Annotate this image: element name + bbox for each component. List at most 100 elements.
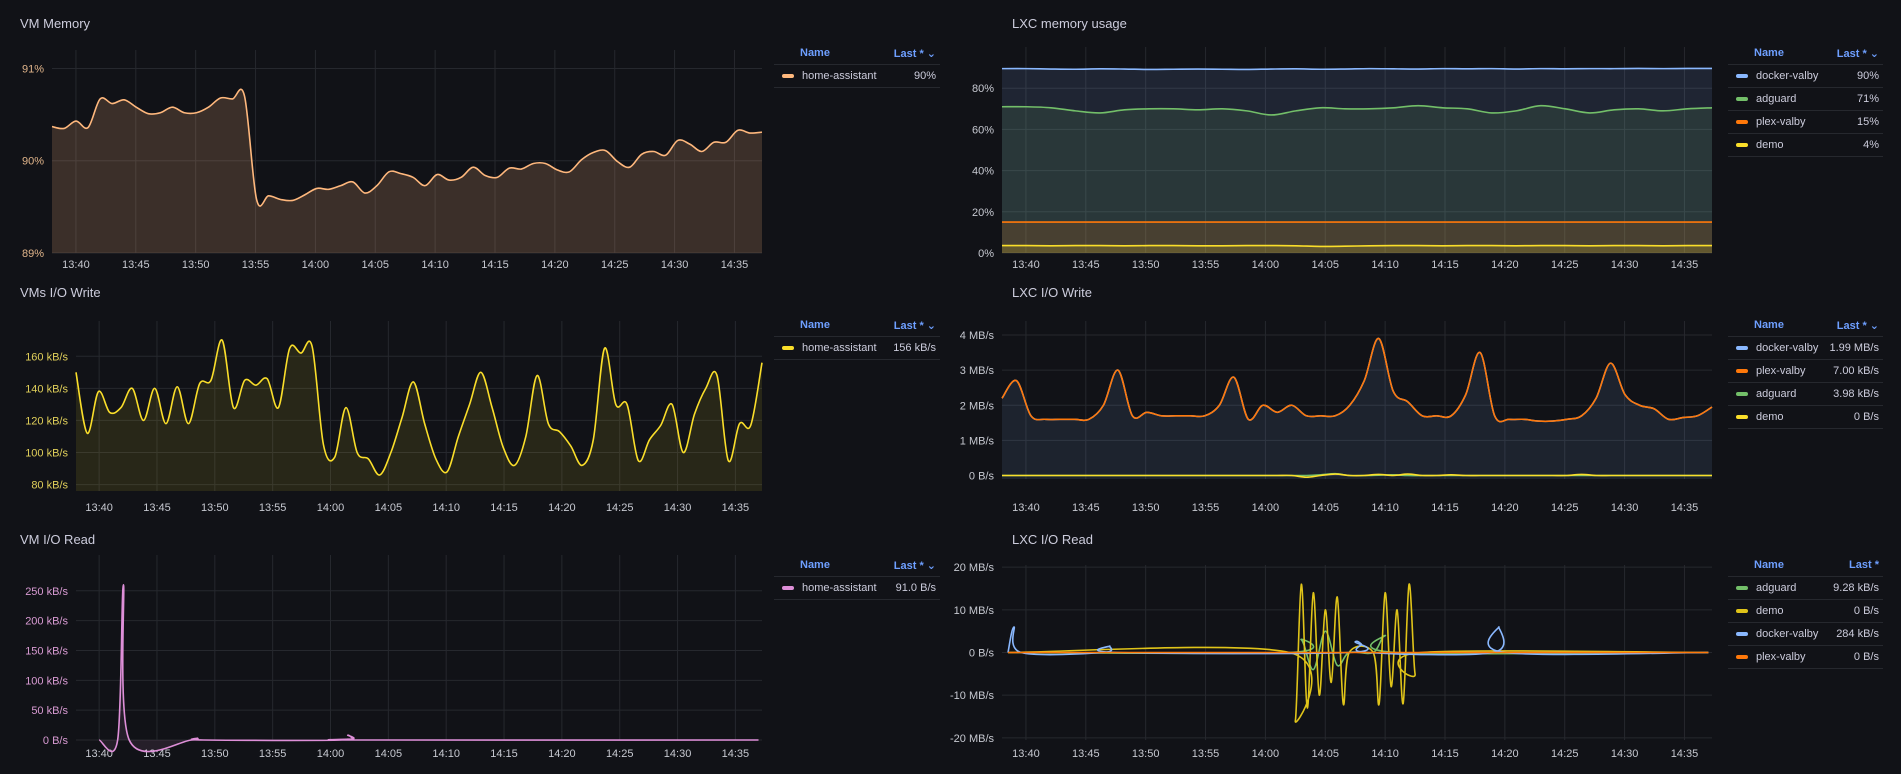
y-tick-label: 4 MB/s: [960, 330, 995, 342]
y-tick-label: 40%: [972, 166, 994, 178]
x-tick-label: 14:25: [1551, 748, 1579, 760]
x-tick-label: 14:10: [1371, 748, 1399, 760]
x-tick-label: 14:15: [1431, 748, 1459, 760]
y-tick-label: 150 kB/s: [25, 645, 68, 657]
x-tick-label: 14:30: [661, 259, 689, 271]
x-tick-label: 14:10: [432, 502, 460, 514]
panel-title: VM I/O Read: [20, 532, 95, 547]
series-demo-line: [1001, 244, 1713, 248]
y-tick-label: -20 MB/s: [950, 733, 995, 745]
x-tick-label: 13:50: [201, 748, 229, 760]
x-tick-label: 14:30: [664, 502, 692, 514]
x-tick-label: 13:45: [143, 502, 171, 514]
panel-title: LXC I/O Write: [1012, 285, 1092, 300]
x-tick-label: 14:35: [722, 748, 750, 760]
panel-lxc-i-o-read: LXC I/O Read -20 MB/s -10 MB/s 0 B/s 10 MB/s…: [950, 532, 1712, 760]
y-tick-label: 80 kB/s: [31, 480, 68, 492]
x-tick-label: 14:20: [1491, 748, 1519, 760]
y-tick-label: 0 B/s: [43, 735, 69, 747]
x-tick-label: 14:00: [1252, 502, 1280, 514]
x-tick-label: 14:30: [1611, 502, 1639, 514]
x-tick-label: 14:00: [317, 502, 345, 514]
y-tick-label: 120 kB/s: [25, 415, 68, 427]
x-tick-label: 14:15: [1431, 502, 1459, 514]
y-tick-label: 80%: [972, 83, 994, 95]
y-tick-label: 10 MB/s: [954, 605, 995, 617]
x-tick-label: 13:45: [1072, 748, 1100, 760]
panel-vms-i-o-write: VMs I/O Write 80 kB/s 100 kB/s 120 kB/s 140 …: [20, 285, 763, 514]
series-home-assistant-line: [98, 584, 759, 753]
x-tick-label: 14:25: [606, 748, 634, 760]
x-tick-label: 14:10: [1371, 259, 1399, 271]
series-adguard-line: [1007, 630, 1709, 671]
y-tick-label: 20 MB/s: [954, 562, 995, 574]
x-tick-label: 14:20: [548, 502, 576, 514]
panel-lxc-memory-usage: LXC memory usage 0% 20% 40% 60% 80% 13:40 13:45…: [972, 16, 1713, 271]
y-tick-label: 250 kB/s: [25, 586, 68, 598]
x-tick-label: 13:55: [1192, 748, 1220, 760]
panel-title: VMs I/O Write: [20, 285, 101, 300]
series-home-assistant-area: [99, 584, 759, 752]
x-tick-label: 14:05: [1312, 502, 1340, 514]
x-tick-label: 14:10: [421, 259, 449, 271]
y-tick-label: 89%: [22, 248, 44, 260]
y-tick-label: 91%: [22, 63, 44, 75]
y-tick-label: 100 kB/s: [25, 675, 68, 687]
x-tick-label: 14:30: [664, 748, 692, 760]
x-tick-label: 14:10: [432, 748, 460, 760]
x-tick-label: 13:40: [1012, 748, 1040, 760]
series-docker-valby-line: [1001, 67, 1713, 71]
y-tick-label: 160 kB/s: [25, 351, 68, 363]
x-tick-label: 13:50: [182, 259, 210, 271]
x-tick-label: 14:30: [1611, 259, 1639, 271]
y-tick-label: 20%: [972, 207, 994, 219]
x-tick-label: 14:20: [541, 259, 569, 271]
x-tick-label: 14:15: [1431, 259, 1459, 271]
x-tick-label: 14:20: [548, 748, 576, 760]
x-tick-label: 14:25: [1551, 502, 1579, 514]
x-tick-label: 14:15: [490, 502, 518, 514]
y-tick-label: 3 MB/s: [960, 365, 995, 377]
x-tick-label: 14:20: [1491, 259, 1519, 271]
x-tick-label: 13:40: [62, 259, 90, 271]
x-tick-label: 13:55: [1192, 502, 1220, 514]
x-tick-label: 14:15: [490, 748, 518, 760]
x-tick-label: 14:05: [362, 259, 390, 271]
x-tick-label: 14:15: [481, 259, 509, 271]
y-tick-label: 0%: [978, 248, 994, 260]
x-tick-label: 14:05: [375, 748, 403, 760]
x-tick-label: 13:50: [1132, 502, 1160, 514]
x-tick-label: 13:45: [122, 259, 150, 271]
x-tick-label: 13:55: [259, 748, 287, 760]
x-tick-label: 13:55: [242, 259, 270, 271]
panel-vm-i-o-read: VM I/O Read 0 B/s 50 kB/s 100 kB/s 150 kB/s 2…: [20, 532, 762, 760]
y-tick-label: 2 MB/s: [960, 400, 995, 412]
y-tick-label: 140 kB/s: [25, 383, 68, 395]
x-tick-label: 14:25: [601, 259, 629, 271]
y-tick-label: 200 kB/s: [25, 616, 68, 628]
y-tick-label: 1 MB/s: [960, 435, 995, 447]
x-tick-label: 14:25: [1551, 259, 1579, 271]
panel-vm-memory: VM Memory 89% 90% 91% 13:40 13:45 13:50 13:55 14…: [20, 16, 763, 271]
series-docker-valby-area: [1002, 338, 1712, 479]
y-tick-label: 90%: [22, 156, 44, 168]
dashboard-charts: VM Memory 89% 90% 91% 13:40 13:45 13:50 13:55 14…: [20, 16, 1713, 760]
x-tick-label: 13:40: [1012, 259, 1040, 271]
series-home-assistant-area: [76, 339, 762, 491]
x-tick-label: 14:30: [1611, 748, 1639, 760]
x-tick-label: 13:40: [85, 502, 113, 514]
x-tick-label: 14:35: [722, 502, 750, 514]
x-tick-label: 13:45: [1072, 502, 1100, 514]
y-tick-label: 0 B/s: [969, 470, 995, 482]
panel-lxc-i-o-write: LXC I/O Write 0 B/s 1 MB/s 2 MB/s 3 MB/s 4 MB…: [960, 285, 1713, 514]
x-tick-label: 13:55: [259, 502, 287, 514]
x-tick-label: 14:35: [721, 259, 749, 271]
x-tick-label: 13:45: [1072, 259, 1100, 271]
x-tick-label: 14:35: [1671, 748, 1699, 760]
x-tick-label: 14:00: [302, 259, 330, 271]
panel-title: LXC I/O Read: [1012, 532, 1093, 547]
panel-title: LXC memory usage: [1012, 16, 1127, 31]
x-tick-label: 14:20: [1491, 502, 1519, 514]
x-tick-label: 14:05: [1312, 748, 1340, 760]
y-tick-label: 50 kB/s: [31, 705, 68, 717]
